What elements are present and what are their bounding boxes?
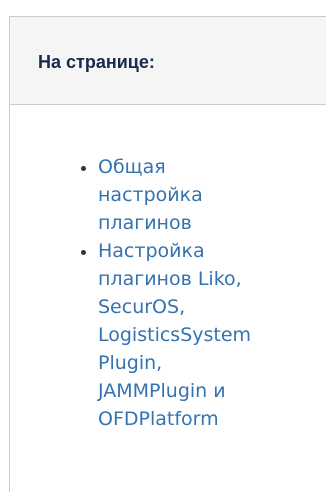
toc-link-general-plugin-settings[interactable]: Общая настройка плагинов: [98, 153, 326, 237]
page: На странице: Общая настройка плагинов На…: [0, 0, 326, 492]
toc-link-line: настройка: [98, 184, 203, 206]
toc-link-line: OFDPlatform: [98, 408, 219, 430]
toc-link-line: Настройка: [98, 240, 205, 262]
on-this-page-panel: На странице: Общая настройка плагинов На…: [9, 16, 326, 492]
toc-link-line: плагинов Liko,: [98, 268, 242, 290]
toc-link-line: SecurOS,: [98, 296, 186, 318]
toc-link-line: Общая: [98, 156, 166, 178]
toc-item-plugin-configuration: Настройка плагинов Liko, SecurOS, Logist…: [81, 237, 326, 433]
toc-link-line: плагинов: [98, 212, 192, 234]
toc-link-line: LogisticsSystem: [98, 324, 252, 346]
toc-item-general-plugin-settings: Общая настройка плагинов: [81, 153, 326, 237]
bullet-icon: [81, 166, 86, 171]
toc-link-line: JAMMPlugin и: [98, 380, 226, 402]
panel-header: На странице:: [10, 17, 326, 105]
toc-list: Общая настройка плагинов Настройка плаги…: [10, 105, 326, 433]
panel-title: На странице:: [38, 52, 155, 72]
bullet-icon: [81, 250, 86, 255]
toc-link-plugin-configuration[interactable]: Настройка плагинов Liko, SecurOS, Logist…: [98, 237, 326, 433]
toc-link-line: Plugin,: [98, 352, 163, 374]
